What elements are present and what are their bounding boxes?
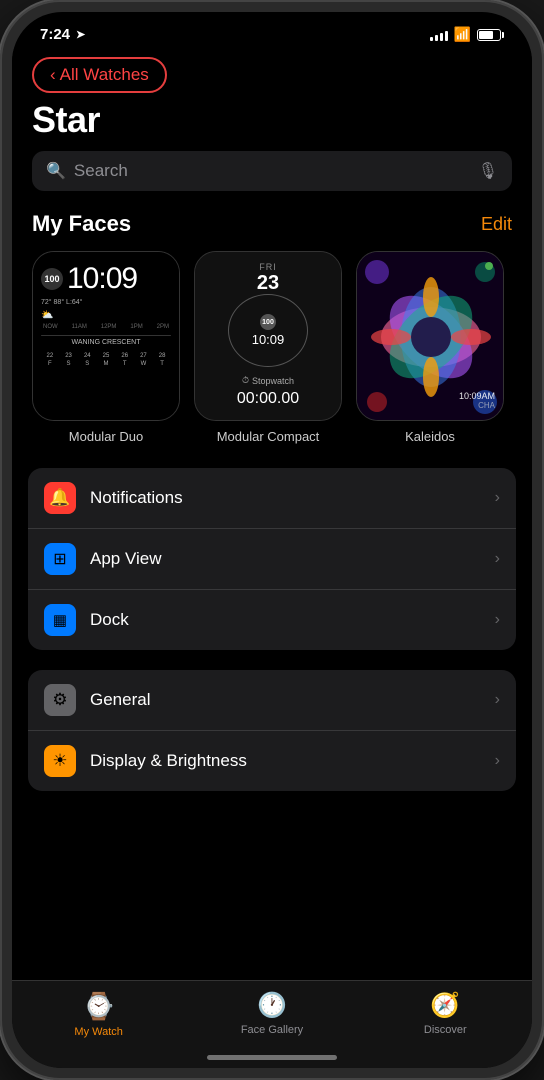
md-calendar-grid: 22 23 24 25 26 27 28: [41, 353, 171, 359]
my-watch-label: My Watch: [74, 1026, 123, 1038]
settings-item-general[interactable]: ⚙ General ›: [28, 670, 516, 731]
mc-stopwatch-label: Stopwatch: [252, 376, 294, 386]
mc-date-num: 23: [257, 272, 279, 295]
tab-bar: ⌚ My Watch 🕐 Face Gallery 🧭 Discover: [12, 980, 532, 1068]
search-icon: 🔍: [46, 161, 66, 181]
display-brightness-icon-wrap: ☀: [44, 745, 76, 777]
notifications-icon: 🔔: [49, 488, 70, 508]
app-view-label: App View: [90, 549, 481, 569]
tab-my-watch[interactable]: ⌚ My Watch: [12, 991, 185, 1038]
status-right: 📶: [430, 26, 504, 43]
faces-carousel: 100 10:09 72° 88° L:64° ⛅ 🌤 ☀ ☀ ☀: [12, 251, 532, 468]
mc-inner-badge: 100: [260, 314, 276, 330]
notifications-icon-wrap: 🔔: [44, 482, 76, 514]
general-icon-wrap: ⚙: [44, 684, 76, 716]
back-button-label: All Watches: [60, 65, 149, 85]
display-brightness-icon: ☀: [52, 751, 67, 771]
md-weather: 72° 88° L:64°: [41, 298, 171, 307]
general-icon: ⚙: [52, 690, 67, 710]
settings-item-display-brightness[interactable]: ☀ Display & Brightness ›: [28, 731, 516, 791]
general-chevron-icon: ›: [495, 691, 500, 709]
settings-item-notifications[interactable]: 🔔 Notifications ›: [28, 468, 516, 529]
search-bar[interactable]: 🔍 Search 🎙: [32, 151, 512, 191]
all-watches-back-button[interactable]: ‹ All Watches: [32, 57, 167, 93]
dock-icon-wrap: ▦: [44, 604, 76, 636]
face-label-kaleidoscope: Kaleidos: [405, 429, 455, 444]
back-button-wrap: ‹ All Watches: [12, 49, 532, 95]
main-content: ‹ All Watches Star 🔍 Search 🎙 My Faces E…: [12, 49, 532, 981]
tab-face-gallery[interactable]: 🕐 Face Gallery: [185, 991, 358, 1036]
display-brightness-chevron-icon: ›: [495, 752, 500, 770]
face-label-modular-compact: Modular Compact: [217, 429, 320, 444]
page-title: Star: [12, 95, 532, 151]
face-card-modular-duo: 100 10:09 72° 88° L:64° ⛅ 🌤 ☀ ☀ ☀: [32, 251, 180, 421]
md-time: 10:09: [67, 262, 137, 296]
search-placeholder: Search: [74, 161, 470, 181]
phone-screen: 7:24 ➤ 📶: [12, 12, 532, 1068]
display-brightness-label: Display & Brightness: [90, 751, 481, 771]
dock-chevron-icon: ›: [495, 611, 500, 629]
location-arrow-icon: ➤: [76, 28, 85, 41]
face-gallery-label: Face Gallery: [241, 1024, 303, 1036]
notifications-label: Notifications: [90, 488, 481, 508]
face-label-modular-duo: Modular Duo: [69, 429, 143, 444]
back-chevron-icon: ‹: [50, 65, 56, 85]
md-weather-icons: ⛅ 🌤 ☀ ☀ ☀: [41, 310, 171, 321]
face-card-modular-compact: FRI 23 100 10:09 ⏱ Stopwatch 00: [194, 251, 342, 421]
mc-day: FRI: [257, 262, 279, 272]
face-card-kaleidoscope: 10:09AM CHA: [356, 251, 504, 421]
mc-inner-time: 10:09: [252, 332, 285, 347]
mc-stopwatch-row: ⏱ Stopwatch: [242, 375, 294, 386]
battery-icon: [477, 29, 504, 41]
app-view-icon: ⊞: [53, 549, 66, 569]
settings-group-2: ⚙ General › ☀ Display & Brightness ›: [28, 670, 516, 791]
kal-time-label: 10:09AM CHA: [459, 391, 495, 410]
md-moon-phase: WANING CRESCENT: [41, 339, 171, 346]
mc-timer: 00:00.00: [237, 390, 299, 408]
notch: [202, 12, 342, 36]
phone-frame: 7:24 ➤ 📶: [0, 0, 544, 1080]
face-item-modular-compact[interactable]: FRI 23 100 10:09 ⏱ Stopwatch 00: [194, 251, 342, 444]
tab-discover[interactable]: 🧭 Discover: [359, 991, 532, 1036]
app-view-icon-wrap: ⊞: [44, 543, 76, 575]
bottom-spacer: [12, 811, 532, 831]
status-left: 7:24 ➤: [40, 26, 85, 43]
md-badge: 100: [41, 268, 63, 290]
settings-item-app-view[interactable]: ⊞ App View ›: [28, 529, 516, 590]
app-view-chevron-icon: ›: [495, 550, 500, 568]
face-item-modular-duo[interactable]: 100 10:09 72° 88° L:64° ⛅ 🌤 ☀ ☀ ☀: [32, 251, 180, 444]
edit-button[interactable]: Edit: [481, 214, 512, 235]
mc-dial: 100 10:09: [228, 294, 308, 367]
status-time: 7:24: [40, 26, 70, 43]
settings-group-1: 🔔 Notifications › ⊞ App View › ▦ D: [28, 468, 516, 650]
mic-icon[interactable]: 🎙: [478, 161, 498, 181]
wifi-icon: 📶: [454, 26, 471, 43]
md-calendar-days: F S S M T W T: [41, 361, 171, 367]
signal-icon: [430, 29, 448, 41]
face-item-kaleidoscope[interactable]: 10:09AM CHA Kaleidos: [356, 251, 504, 444]
discover-label: Discover: [424, 1024, 467, 1036]
face-gallery-icon: 🕐: [257, 991, 287, 1020]
settings-item-dock[interactable]: ▦ Dock ›: [28, 590, 516, 650]
home-indicator: [207, 1055, 337, 1060]
notifications-chevron-icon: ›: [495, 489, 500, 507]
dock-icon: ▦: [53, 611, 67, 629]
my-faces-header: My Faces Edit: [12, 211, 532, 251]
dock-label: Dock: [90, 610, 481, 630]
kal-green-indicator: [485, 262, 493, 270]
discover-icon: 🧭: [430, 991, 460, 1020]
my-faces-title: My Faces: [32, 211, 131, 237]
general-label: General: [90, 690, 481, 710]
my-watch-icon: ⌚: [82, 991, 114, 1022]
